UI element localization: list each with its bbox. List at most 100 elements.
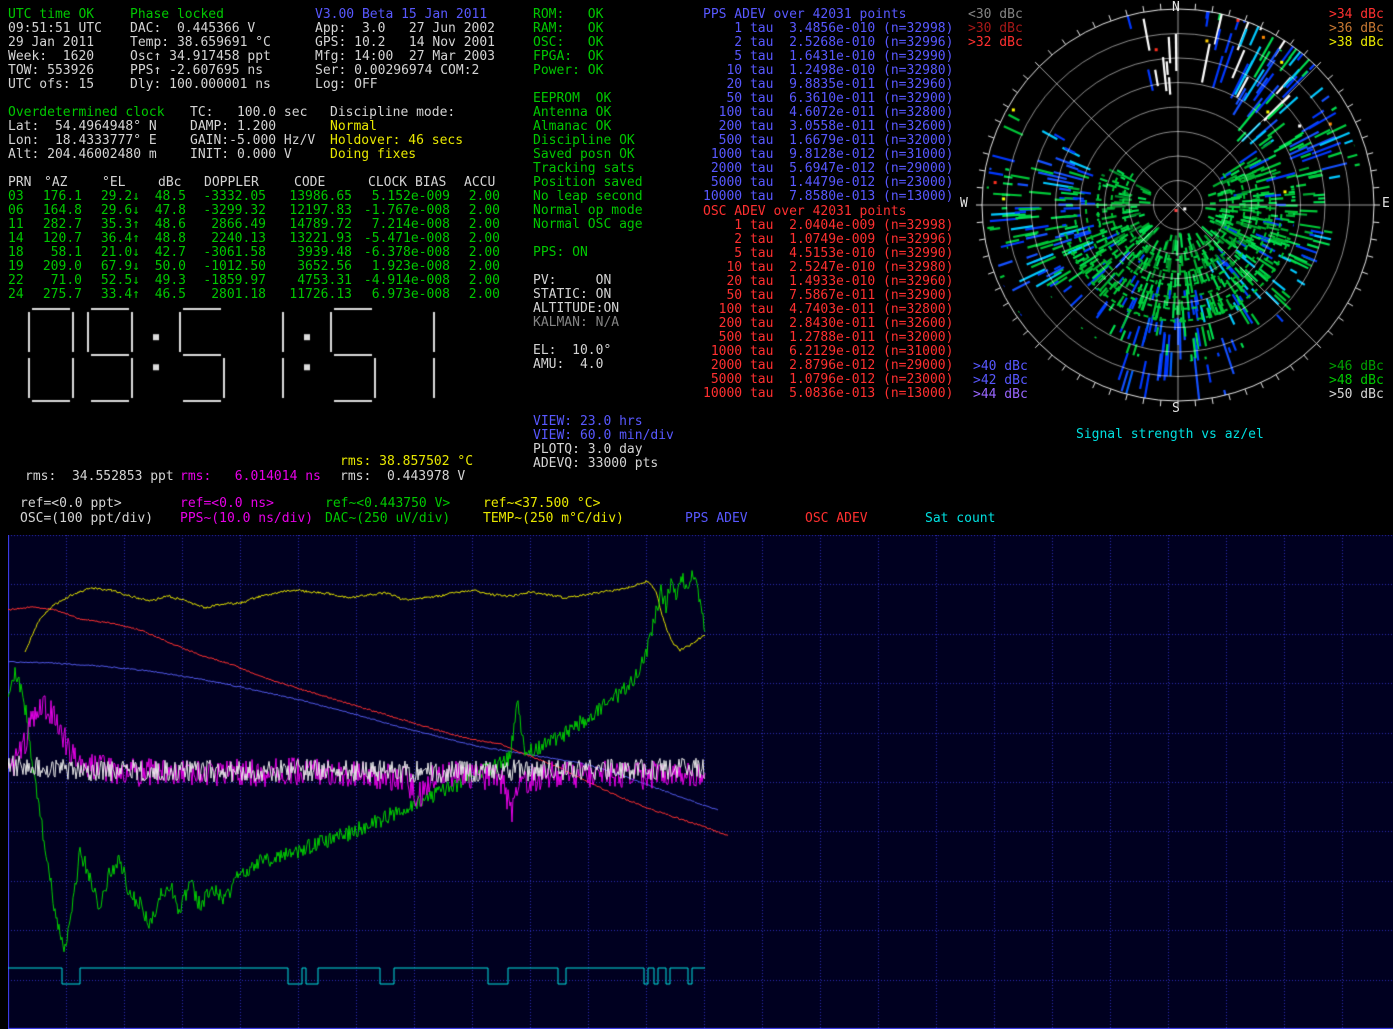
sat-table-cell: 67.9↓ (101, 260, 140, 274)
text-segment: ref~<37.500 °C> (483, 497, 600, 511)
text-segment: Lon: 18.4333777° E (8, 134, 157, 148)
sat-table-cell: 58.1 (51, 246, 82, 260)
sat-table-cell: 03 (8, 190, 24, 204)
text-segment: UTC ofs: 15 (8, 78, 94, 92)
sat-table-cell: 1.923e-008 (372, 260, 450, 274)
sat-table-cell: -5.471e-008 (364, 232, 450, 246)
osc-adev-title: OSC ADEV over 42031 points (703, 205, 907, 219)
sat-table-cell: 2801.18 (211, 288, 266, 302)
pps-adev-row: 2000 tau 5.6947e-012 (n=29000) (703, 162, 953, 176)
sat-table-cell: 11726.13 (289, 288, 352, 302)
sat-table-cell: -6.378e-008 (364, 246, 450, 260)
pps-adev-row: 50 tau 6.3610e-011 (n=32900) (703, 92, 953, 106)
text-segment: EEPROM OK (533, 92, 611, 106)
text-segment: Normal (330, 120, 377, 134)
text-segment: Sat count (925, 512, 995, 526)
sat-table-cell: 49.3 (155, 274, 186, 288)
text-segment: TC: 100.0 sec (190, 106, 307, 120)
compass-west-label: W (960, 197, 968, 211)
sat-table-cell: 13986.65 (289, 190, 352, 204)
text-segment: PLOTQ: 3.0 day (533, 443, 643, 457)
text-segment: DAC~(250 uV/div) (325, 512, 450, 526)
text-segment: FPGA: OK (533, 50, 603, 64)
sat-table-cell: 29.6↓ (101, 204, 140, 218)
sat-table-cell: 42.7 (155, 246, 186, 260)
sat-table-cell: 275.7 (43, 288, 82, 302)
text-segment: KALMAN: N/A (533, 316, 619, 330)
sat-table-cell: 4753.31 (297, 274, 352, 288)
text-segment: OSC=(100 ppt/div) (20, 512, 153, 526)
text-segment: Overdetermined clock (8, 106, 165, 120)
compass-south-label: S (1172, 402, 1180, 416)
osc-adev-row: 10000 tau 5.0836e-013 (n=13000) (703, 387, 953, 401)
text-segment: Ser: 0.00296974 COM:2 (315, 64, 479, 78)
osc-adev-row: 1 tau 2.0404e-009 (n=32998) (703, 219, 953, 233)
text-segment: STATIC: ON (533, 288, 611, 302)
sat-table-cell: 29.2↓ (101, 190, 140, 204)
text-segment: Alt: 204.46002480 m (8, 148, 157, 162)
text-segment: ref=<0.0 ppt> (20, 497, 122, 511)
osc-adev-row: 5000 tau 1.0796e-012 (n=23000) (703, 373, 953, 387)
text-segment: Antenna OK (533, 106, 611, 120)
sat-table-cell: 35.3↑ (101, 218, 140, 232)
main-plot[interactable] (8, 535, 1393, 1029)
text-segment: rms: 34.552853 ppt (25, 470, 174, 484)
text-segment: INIT: 0.000 V (190, 148, 292, 162)
text-segment: Discipline OK (533, 134, 635, 148)
pps-adev-row: 5000 tau 1.4479e-012 (n=23000) (703, 176, 953, 190)
sat-table-cell: 282.7 (43, 218, 82, 232)
text-segment: rms: 38.857502 °C (340, 455, 473, 469)
sat-table-cell: 2.00 (469, 204, 500, 218)
pps-adev-row: 1000 tau 9.8128e-012 (n=31000) (703, 148, 953, 162)
text-segment: Doing fixes (330, 148, 416, 162)
text-segment: UTC time OK (8, 8, 94, 22)
sat-table-cell: -1859.97 (203, 274, 266, 288)
sat-table-cell: -1012.50 (203, 260, 266, 274)
sat-table-cell: 50.0 (155, 260, 186, 274)
compass-north-label: N (1172, 1, 1180, 15)
text-segment: No leap second (533, 190, 643, 204)
polar-caption: Signal strength vs az/el (1076, 427, 1264, 442)
text-segment: RAM: OK (533, 22, 603, 36)
sat-table-header: dBc (158, 176, 181, 190)
sat-table-header: °EL (102, 176, 125, 190)
text-segment: VIEW: 60.0 min/div (533, 429, 674, 443)
sat-table-cell: 48.5 (155, 190, 186, 204)
sat-table-header: °AZ (44, 176, 67, 190)
sat-table-cell: 2240.13 (211, 232, 266, 246)
text-segment: ADEVQ: 33000 pts (533, 457, 658, 471)
osc-adev-row: 2 tau 1.0749e-009 (n=32996) (703, 233, 953, 247)
sat-table-cell: 11 (8, 218, 24, 232)
sat-table-cell: 176.1 (43, 190, 82, 204)
sat-table-cell: 2866.49 (211, 218, 266, 232)
osc-adev-row: 500 tau 1.2788e-011 (n=32000) (703, 331, 953, 345)
sat-table-cell: 209.0 (43, 260, 82, 274)
text-segment: PPS: ON (533, 246, 588, 260)
sat-table-cell: 47.8 (155, 204, 186, 218)
text-segment: TOW: 553926 (8, 64, 94, 78)
text-segment: rms: 0.443978 V (340, 470, 465, 484)
sat-table-cell: -1.767e-008 (364, 204, 450, 218)
sat-table-cell: 48.8 (155, 232, 186, 246)
sat-table-cell: -4.914e-008 (364, 274, 450, 288)
text-segment: Temp: 38.659691 °C (130, 36, 271, 50)
text-segment: Saved posn OK (533, 148, 635, 162)
text-segment: Position saved (533, 176, 643, 190)
text-segment: rms: 6.014014 ns (180, 470, 321, 484)
osc-adev-row: 10 tau 2.5247e-010 (n=32980) (703, 261, 953, 275)
text-segment: Dly: 100.000001 ns (130, 78, 271, 92)
text-segment: AMU: 4.0 (533, 358, 603, 372)
sat-table-cell: 14 (8, 232, 24, 246)
text-segment: Power: OK (533, 64, 603, 78)
compass-east-label: E (1382, 197, 1390, 211)
text-segment: ref=<0.0 ns> (180, 497, 274, 511)
pps-adev-row: 10 tau 1.2498e-010 (n=32980) (703, 64, 953, 78)
osc-adev-row: 1000 tau 6.2129e-012 (n=31000) (703, 345, 953, 359)
sat-table-cell: 3939.48 (297, 246, 352, 260)
pps-adev-row: 2 tau 2.5268e-010 (n=32996) (703, 36, 953, 50)
sat-table-cell: 21.0↓ (101, 246, 140, 260)
text-segment: Normal OSC age (533, 218, 643, 232)
text-segment: Lat: 54.4964948° N (8, 120, 157, 134)
sat-table-cell: 13221.93 (289, 232, 352, 246)
pps-adev-row: 200 tau 3.0558e-011 (n=32600) (703, 120, 953, 134)
